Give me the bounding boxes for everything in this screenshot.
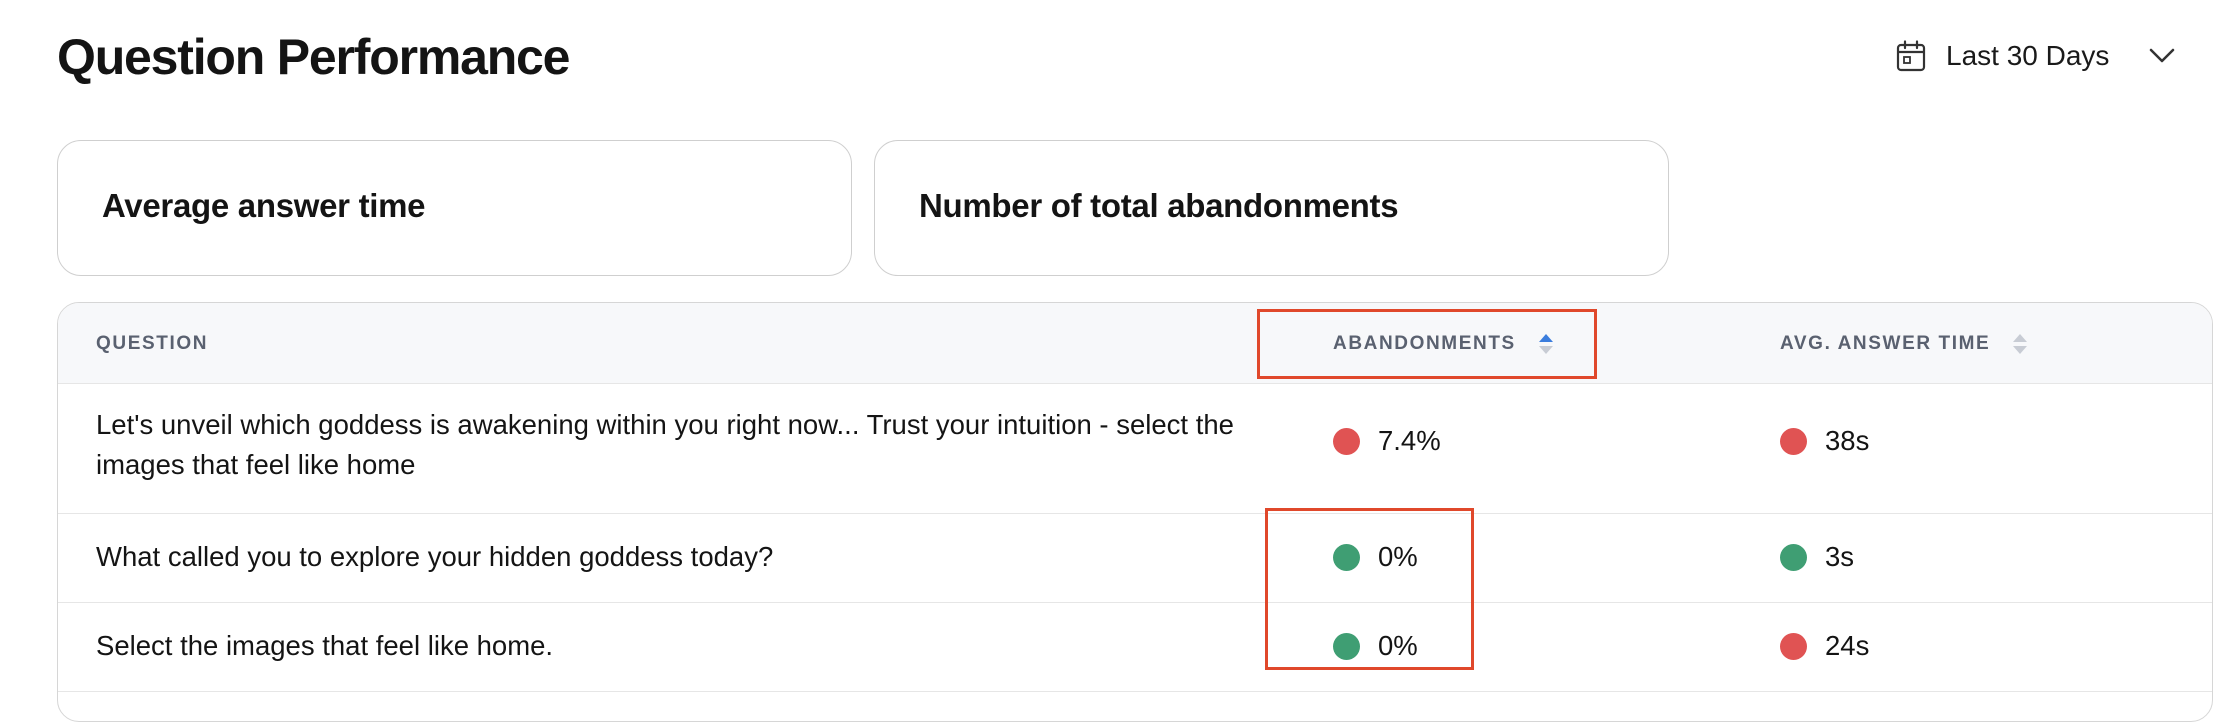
- question-text: Let's unveil which goddess is awakening …: [96, 409, 1234, 480]
- avg-answer-time-value: 3s: [1825, 541, 1855, 572]
- average-answer-time-card: Average answer time: [57, 140, 852, 276]
- table-row[interactable]: What called you to explore your hidden g…: [58, 513, 2212, 603]
- table-row[interactable]: Select the images that feel like home. 0…: [58, 602, 2212, 692]
- column-header-question: QUESTION: [96, 333, 208, 355]
- avg-answer-time-value: 38s: [1825, 425, 1870, 456]
- abandonments-value: 0%: [1378, 541, 1418, 572]
- date-range-dropdown[interactable]: Last 30 Days: [1896, 36, 2175, 76]
- avg-answer-time-value: 24s: [1825, 630, 1870, 661]
- status-dot: [1780, 632, 1807, 660]
- status-dot: [1780, 427, 1807, 455]
- date-range-label: Last 30 Days: [1946, 40, 2110, 71]
- column-label: ABANDONMENTS: [1333, 333, 1516, 354]
- abandonments-cell: 0%: [1333, 630, 1418, 662]
- column-header-avg-answer-time[interactable]: AVG. ANSWER TIME: [1780, 333, 2028, 355]
- status-dot: [1780, 543, 1807, 571]
- question-performance-table: QUESTION ABANDONMENTS AVG. ANSWER TIME L…: [57, 302, 2213, 722]
- abandonments-cell: 0%: [1333, 541, 1418, 573]
- sort-icon[interactable]: [2012, 333, 2028, 355]
- abandonments-value: 7.4%: [1378, 425, 1441, 456]
- table-row[interactable]: Let's unveil which goddess is awakening …: [58, 383, 2212, 514]
- avg-answer-time-cell: 3s: [1780, 541, 1854, 573]
- abandonments-cell: 7.4%: [1333, 425, 1441, 457]
- column-label: AVG. ANSWER TIME: [1780, 333, 1991, 354]
- card-title: Average answer time: [102, 187, 426, 224]
- table-header: QUESTION ABANDONMENTS AVG. ANSWER TIME: [58, 303, 2212, 384]
- status-dot: [1333, 632, 1360, 660]
- status-dot: [1333, 427, 1360, 455]
- sort-ascending-icon[interactable]: [1538, 333, 1554, 355]
- avg-answer-time-cell: 24s: [1780, 630, 1869, 662]
- question-text: What called you to explore your hidden g…: [96, 541, 774, 572]
- chevron-down-icon: [2150, 48, 2175, 63]
- abandonments-value: 0%: [1378, 630, 1418, 661]
- calendar-icon: [1896, 40, 1926, 72]
- column-header-abandonments[interactable]: ABANDONMENTS: [1333, 333, 1554, 355]
- avg-answer-time-cell: 38s: [1780, 425, 1869, 457]
- column-label: QUESTION: [96, 333, 209, 354]
- total-abandonments-card: Number of total abandonments: [874, 140, 1669, 276]
- question-text: Select the images that feel like home.: [96, 630, 554, 661]
- page-title: Question Performance: [57, 29, 570, 85]
- card-title: Number of total abandonments: [919, 187, 1399, 224]
- status-dot: [1333, 543, 1360, 571]
